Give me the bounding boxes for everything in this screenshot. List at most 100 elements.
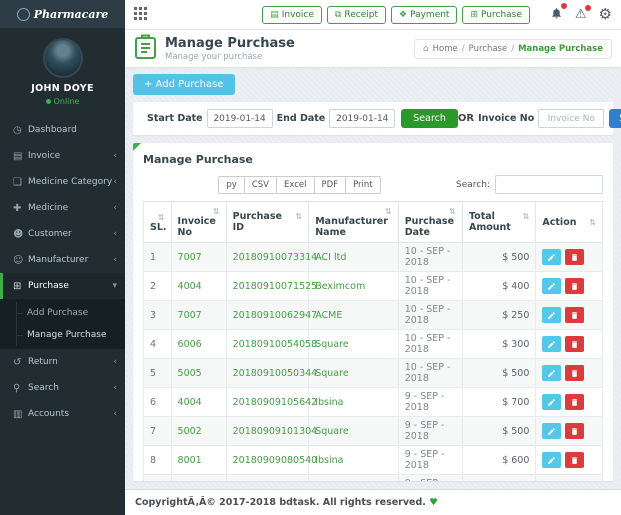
sidebar-item[interactable]: ↺ Return ‹ [0, 349, 125, 375]
table-row: 1 7007 20180910073314 ACI ltd 10 - SEP -… [143, 242, 603, 272]
sidebar-item-purchase[interactable]: ⊞ Purchase ▾ [0, 273, 125, 299]
manufacturer-icon: ☺ [13, 254, 24, 266]
delete-button[interactable] [565, 307, 585, 323]
breadcrumb-purchase[interactable]: Purchase [469, 44, 508, 54]
cell-manufacturer: Square [308, 358, 399, 388]
export-button[interactable]: CSV [243, 175, 277, 194]
sidebar-item-label: Customer [28, 229, 72, 239]
cell-purchase-id: 20180910054058 [225, 329, 317, 359]
sidebar-item[interactable]: ◷ Dashboard [0, 117, 125, 143]
cell-action [535, 329, 603, 359]
settings-gear-icon[interactable]: ⚙ [599, 7, 612, 22]
apps-grid-icon[interactable] [134, 6, 147, 23]
edit-button[interactable] [542, 307, 562, 323]
cell-action [535, 387, 603, 417]
cell-purchase-date: 10 - SEP - 2018 [397, 271, 463, 301]
delete-button[interactable] [565, 249, 585, 265]
sidebar-item[interactable]: ▤ Invoice ‹ [0, 143, 125, 169]
sidebar-item[interactable]: ⚲ Search ‹ [0, 375, 125, 401]
table-row: 3 7007 20180910062947 ACME 10 - SEP - 20… [143, 300, 603, 330]
cell-manufacturer: Square [308, 416, 399, 446]
breadcrumb-home[interactable]: Home [433, 44, 458, 54]
column-header[interactable]: ⇅ Purchase ID [225, 201, 310, 243]
invoice-no-input[interactable] [538, 109, 605, 128]
page-subtitle: Manage your purchase [165, 51, 263, 62]
sidebar-item[interactable]: ☻ Customer ‹ [0, 221, 125, 247]
sidebar-item-label: Accounts [28, 409, 70, 419]
cell-purchase-id: 20180909101304 [225, 416, 317, 446]
export-button[interactable]: Excel [275, 175, 315, 194]
cell-sl: 1 [143, 242, 172, 272]
cell-manufacturer: Ibsina [308, 387, 399, 417]
cell-purchase-id: 20180910071525 [225, 271, 317, 301]
sidebar-item[interactable]: ✚ Medicine ‹ [0, 195, 125, 221]
edit-button[interactable] [542, 423, 562, 439]
column-header[interactable]: ⇅ SL. [143, 201, 172, 243]
page-title: Manage Purchase [165, 35, 295, 51]
edit-button[interactable] [542, 452, 562, 468]
table-search: Search: [456, 175, 603, 194]
dashboard-icon: ◷ [13, 124, 22, 136]
edit-button[interactable] [542, 394, 562, 410]
cell-purchase-id: 20180909080540 [225, 445, 317, 475]
topnav-button[interactable]: ▤ Invoice [262, 5, 322, 24]
home-icon: ⌂ [422, 43, 429, 54]
export-button[interactable]: PDF [313, 175, 347, 194]
delete-button[interactable] [565, 452, 585, 468]
sort-icon[interactable]: ⇅ [296, 212, 303, 221]
sidebar-item[interactable]: ☺ Manufacturer ‹ [0, 247, 125, 273]
sort-icon[interactable]: ⇅ [158, 213, 165, 222]
sidebar-item[interactable]: ❏ Medicine Category ‹ [0, 169, 125, 195]
topnav-button[interactable]: ⊞ Purchase [462, 5, 530, 24]
edit-button[interactable] [542, 249, 562, 265]
column-header[interactable]: ⇅ Action [535, 201, 603, 243]
cell-action [535, 358, 603, 388]
sort-icon[interactable]: ⇅ [213, 207, 220, 216]
table-row: 5 5005 20180910050344 Square 10 - SEP - … [143, 358, 603, 388]
export-button[interactable]: Print [345, 175, 381, 194]
delete-button[interactable] [565, 278, 585, 294]
notifications-bell-icon[interactable] [550, 2, 568, 23]
or-label: OR [457, 113, 475, 124]
column-header[interactable]: ⇅ Invoice No [170, 201, 227, 243]
cell-manufacturer: ACME [308, 300, 399, 330]
edit-button[interactable] [542, 336, 562, 352]
export-button[interactable]: py [218, 175, 245, 194]
alerts-warning-icon[interactable]: ⚠ [575, 4, 592, 21]
invoice-search-button[interactable]: Search [609, 109, 621, 128]
submenu-item[interactable]: Manage Purchase [0, 324, 125, 346]
user-name: JOHN DOYE [31, 83, 94, 94]
edit-button[interactable] [542, 365, 562, 381]
delete-button[interactable] [565, 394, 585, 410]
brand[interactable]: Pharmacare [0, 0, 125, 28]
topnav-button[interactable]: ⧉ Receipt [326, 5, 386, 24]
topnav-button[interactable]: ❖ Payment [390, 5, 458, 24]
delete-button[interactable] [565, 336, 585, 352]
column-header[interactable]: ⇅ Purchase Date [397, 201, 463, 243]
submenu-item[interactable]: Add Purchase [0, 302, 125, 324]
cell-invoice-no: 8001 [170, 445, 227, 475]
sidebar-item[interactable]: ▥ Accounts ‹ [0, 401, 125, 427]
chevron-left-icon: ‹ [113, 177, 117, 187]
end-date-input[interactable] [329, 109, 396, 128]
sort-icon[interactable]: ⇅ [449, 207, 456, 216]
sort-icon[interactable]: ⇅ [385, 207, 392, 216]
table-row: 2 4004 20180910071525 Beximcom 10 - SEP … [143, 271, 603, 301]
column-header[interactable]: ⇅ Manufacturer Name [308, 201, 399, 243]
delete-button[interactable] [565, 423, 585, 439]
add-purchase-button[interactable]: + Add Purchase [133, 74, 235, 95]
cell-purchase-id: 20180910073314 [225, 242, 317, 272]
column-header[interactable]: ⇅ Total Amount [461, 201, 537, 243]
date-search-button[interactable]: Search [401, 109, 458, 128]
sort-icon[interactable]: ⇅ [523, 212, 530, 221]
sort-icon[interactable]: ⇅ [589, 218, 596, 227]
table-search-input[interactable] [494, 175, 603, 194]
delete-button[interactable] [565, 365, 585, 381]
cell-action [535, 474, 603, 481]
cell-total-amount: $ 500 [461, 416, 537, 446]
online-label: Online [53, 97, 80, 106]
edit-button[interactable] [542, 278, 562, 294]
cell-invoice-no: 5005 [170, 358, 227, 388]
cell-invoice-no: 4004 [170, 271, 227, 301]
start-date-input[interactable] [206, 109, 273, 128]
